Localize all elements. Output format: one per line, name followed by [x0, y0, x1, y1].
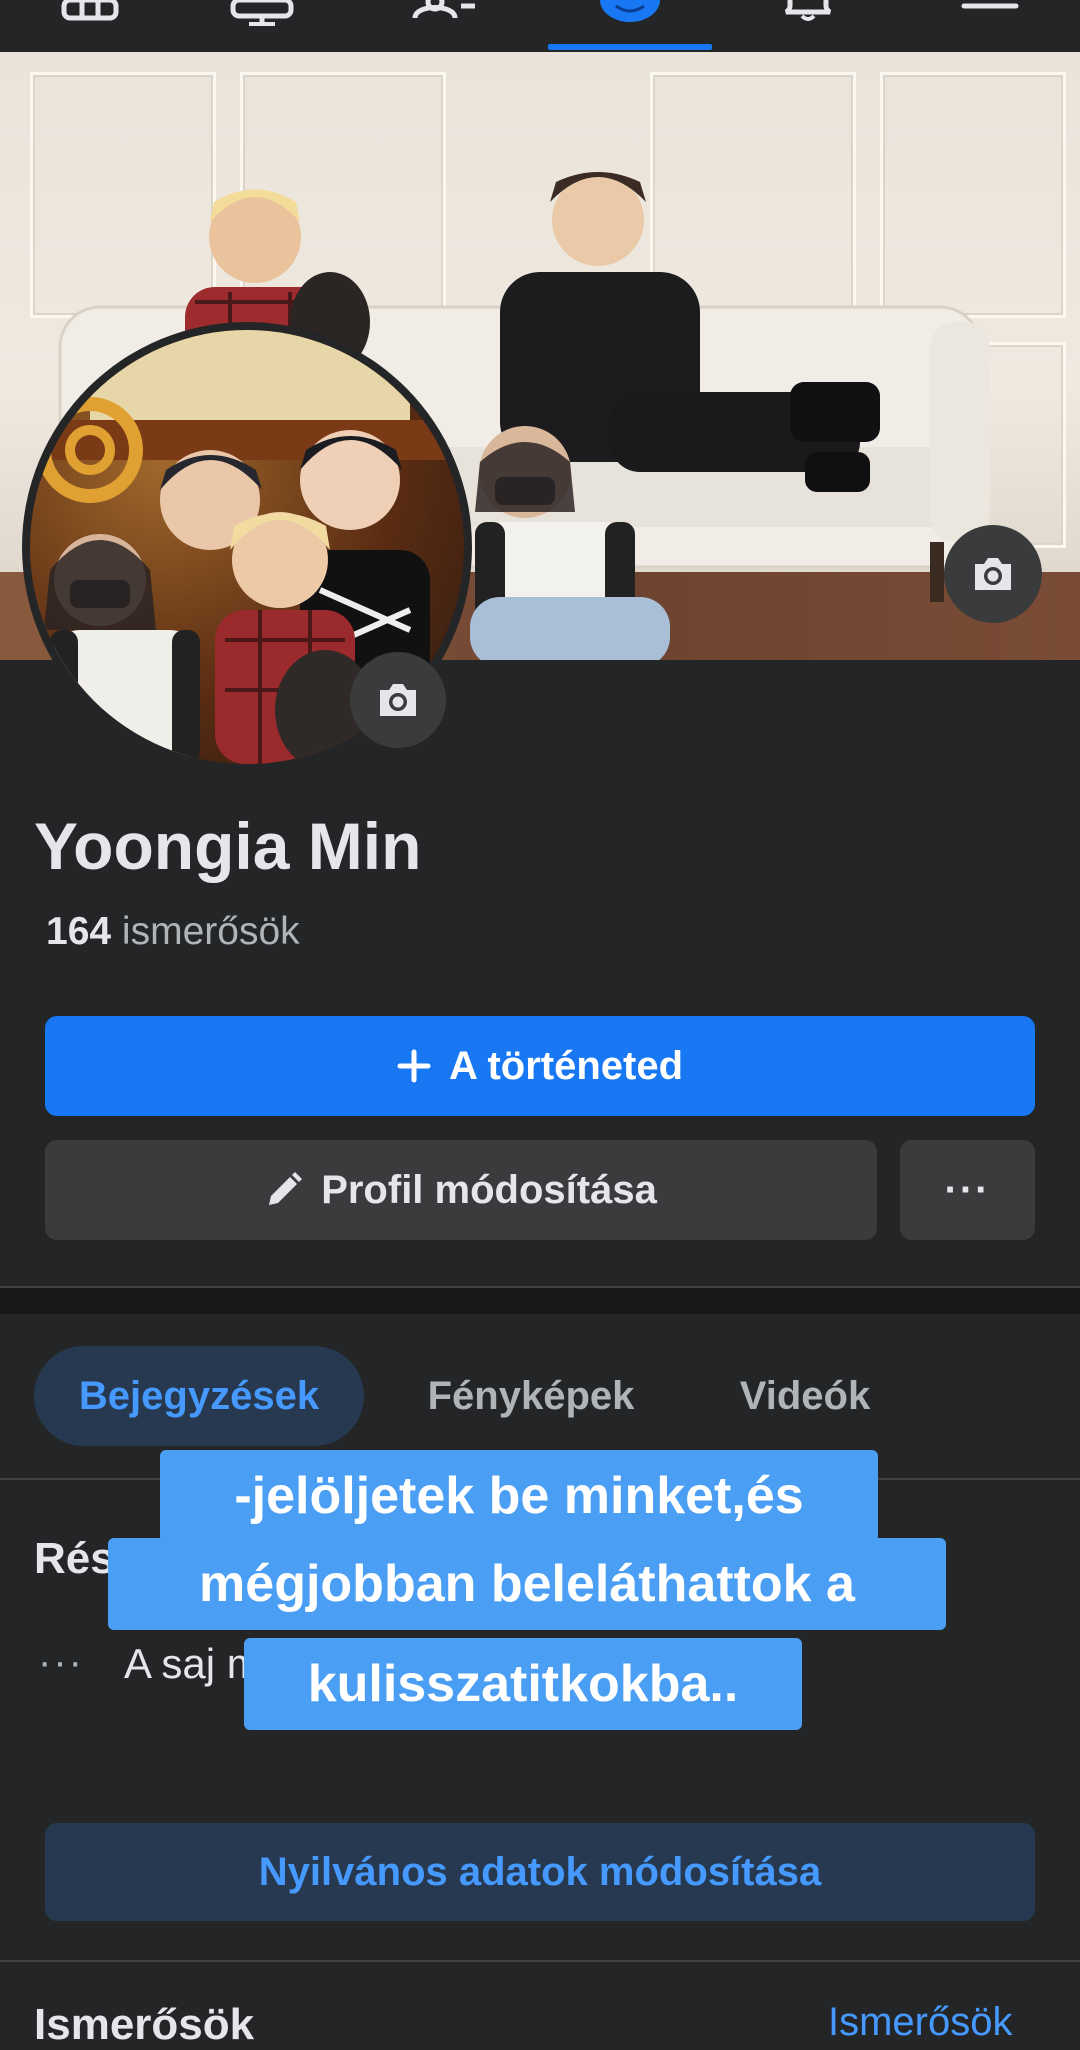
friends-count[interactable]: 164 ismerősök	[46, 910, 300, 954]
plus-icon	[397, 1049, 431, 1083]
add-story-button[interactable]: A történeted	[45, 1016, 1035, 1116]
camera-icon	[975, 558, 1011, 590]
details-heading: Rés	[34, 1534, 115, 1583]
friends-icon[interactable]	[404, 0, 484, 50]
section-divider	[0, 1286, 1080, 1314]
edit-profile-label: Profil módosítása	[321, 1167, 657, 1212]
tab-posts[interactable]: Bejegyzések	[34, 1346, 364, 1446]
friends-section-heading: Ismerősök	[34, 2000, 255, 2049]
watch-icon[interactable]	[222, 0, 302, 50]
edit-avatar-camera-button[interactable]	[350, 652, 446, 748]
camera-icon	[380, 684, 416, 716]
top-navigation-bar	[0, 0, 1080, 50]
see-all-friends-link[interactable]: Ismerősök	[828, 2000, 1013, 2045]
edit-profile-button[interactable]: Profil módosítása	[45, 1140, 877, 1240]
edit-cover-camera-button[interactable]	[944, 525, 1042, 623]
more-options-button[interactable]: ···	[900, 1140, 1035, 1240]
pencil-icon	[269, 1172, 303, 1205]
friends-count-label: ismerősök	[121, 910, 300, 953]
add-story-label: A történeted	[448, 1043, 684, 1088]
edit-public-details-button[interactable]: Nyilvános adatok módosítása	[45, 1823, 1035, 1921]
active-tab-indicator	[548, 44, 712, 50]
notifications-icon[interactable]	[768, 0, 848, 50]
menu-icon[interactable]	[950, 0, 1030, 50]
caption-line-2: mégjobban beleláthattok a	[108, 1538, 946, 1630]
friends-count-number: 164	[46, 910, 112, 953]
tab-videos[interactable]: Videók	[700, 1346, 910, 1446]
more-options-icon: ···	[944, 1167, 991, 1212]
section-divider	[0, 1960, 1080, 1962]
details-dots-icon: ···	[38, 1640, 84, 1684]
caption-line-1: -jelöljetek be minket,és	[160, 1450, 878, 1542]
profile-icon[interactable]	[590, 0, 670, 50]
profile-name: Yoongia Min	[34, 809, 422, 883]
edit-public-details-label: Nyilvános adatok módosítása	[258, 1849, 822, 1894]
home-icon[interactable]	[50, 0, 130, 50]
caption-line-3: kulisszatitkokba..	[244, 1638, 802, 1730]
tab-photos[interactable]: Fényképek	[400, 1346, 662, 1446]
